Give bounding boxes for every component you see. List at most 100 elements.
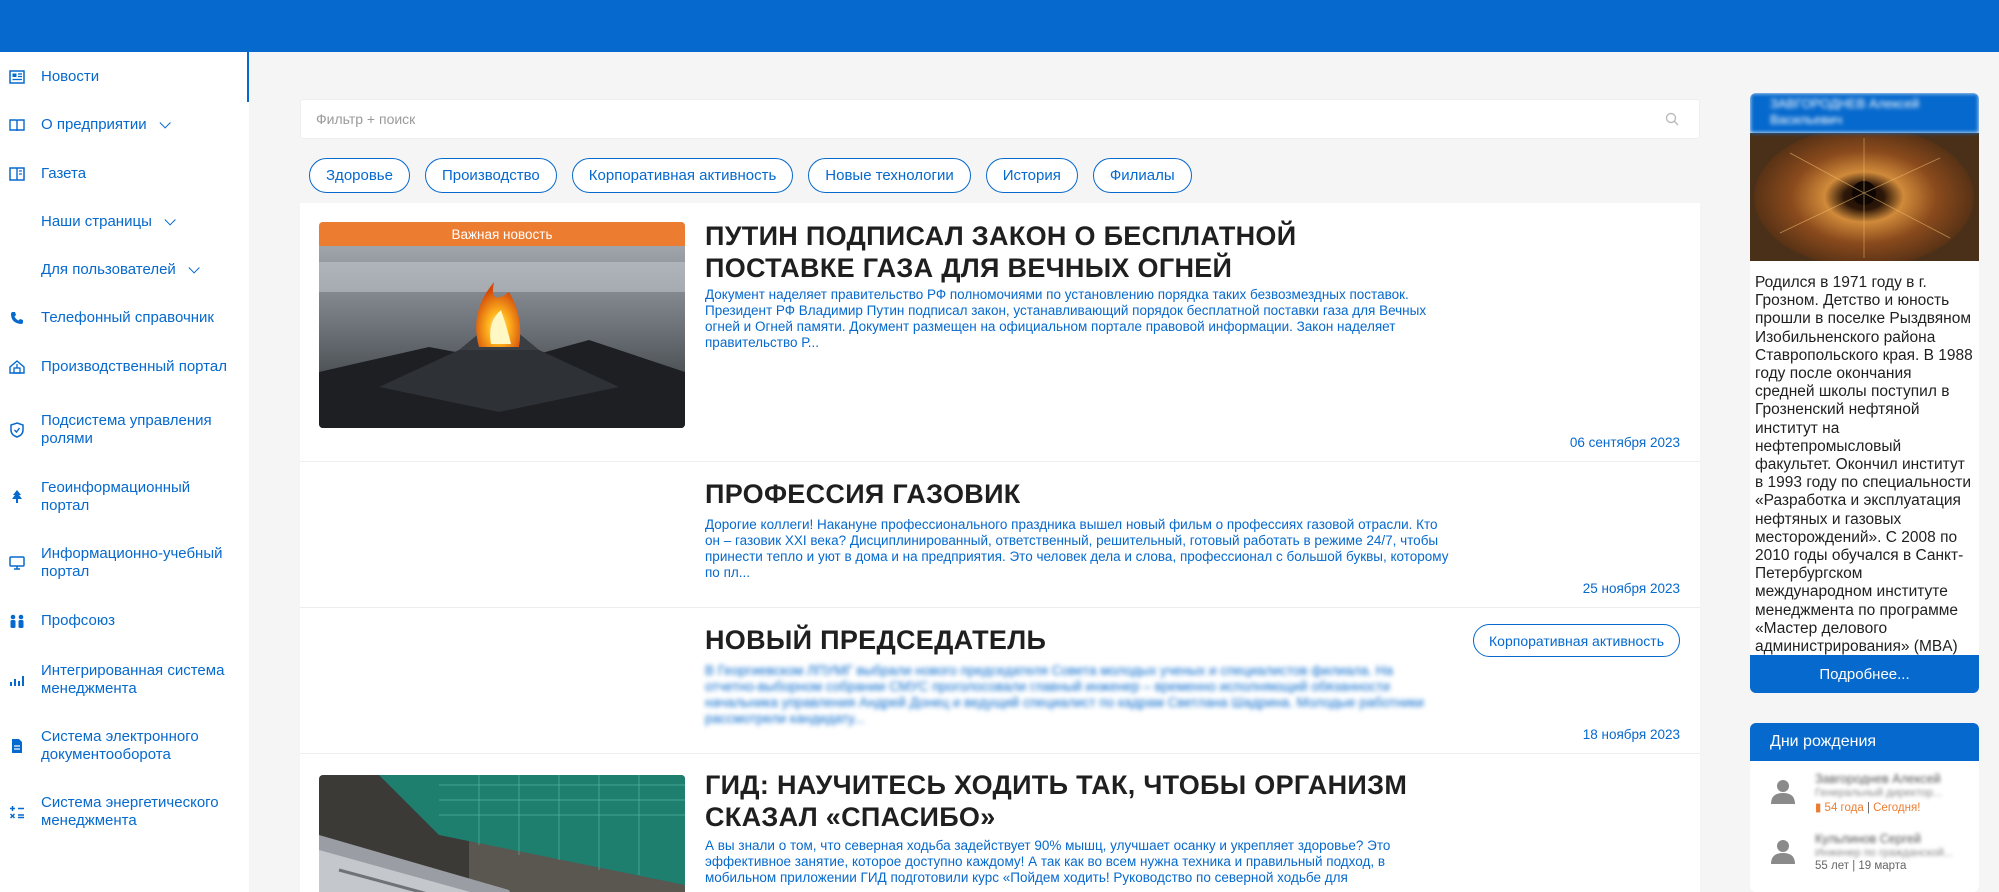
columns-icon — [8, 165, 26, 183]
post-excerpt: Дорогие коллеги! Накануне профессиональн… — [705, 517, 1449, 580]
birthday-meta: ▮ 54 года | Сегодня! — [1815, 802, 1921, 814]
sidebar-item-news[interactable]: Новости — [0, 68, 245, 86]
top-bar — [0, 0, 1999, 52]
director-bio: Родился в 1971 году в г. Грозном. Детств… — [1755, 274, 1973, 656]
sidebar-item-energy[interactable]: Система энергетического менеджмента — [0, 794, 245, 830]
sidebar-item-label: Телефонный справочник — [41, 309, 214, 326]
more-button[interactable]: Подробнее... — [1750, 655, 1979, 693]
sidebar-item-label: Подсистема управления ролями — [41, 412, 212, 447]
birthday-item[interactable]: Кульпинов Сергей Инженер по гражданской.… — [1750, 824, 1979, 884]
birthdays-title: Дни рождения — [1750, 723, 1979, 761]
sidebar-item-label: Система электронного документооборота — [41, 728, 199, 763]
sidebar-item-ims[interactable]: Интегрированная система менеджмента — [0, 662, 245, 698]
shield-icon — [8, 421, 26, 439]
sidebar-item-roles[interactable]: Подсистема управления ролями — [0, 412, 245, 448]
cake-icon: ▮ — [1815, 802, 1822, 814]
sidebar-item-label: Производственный портал — [41, 358, 227, 375]
chevron-down-icon[interactable] — [188, 262, 200, 274]
director-photo — [1750, 127, 1979, 267]
calculator-icon — [8, 803, 26, 821]
birthday-age: 54 года — [1824, 802, 1864, 814]
sidebar-item-union[interactable]: Профсоюз — [0, 612, 245, 630]
sidebar-item-our-pages[interactable]: Наши страницы — [0, 213, 245, 231]
search-input[interactable] — [301, 100, 1699, 138]
sidebar-item-production-portal[interactable]: Производственный портал — [0, 358, 245, 376]
important-badge: Важная новость — [319, 222, 685, 246]
category-chips: Здоровье Производство Корпоративная акти… — [309, 158, 1192, 193]
sidebar-item-label: Информационно-учебный портал — [41, 545, 223, 580]
post-tag-button[interactable]: Корпоративная активность — [1473, 624, 1680, 657]
birthday-meta: 55 лет | 19 марта — [1815, 860, 1907, 872]
active-indicator — [247, 52, 249, 102]
phone-icon — [8, 309, 26, 327]
chart-icon — [8, 671, 26, 689]
news-post: Профессия газовик Дорогие коллеги! Накан… — [300, 462, 1700, 608]
birthday-item[interactable]: Завгороднев Алексей Генеральный директор… — [1750, 764, 1979, 824]
newspaper-icon — [8, 68, 26, 86]
birthdays-card: Дни рождения Завгороднев Алексей Генерал… — [1750, 723, 1979, 892]
post-date: 18 ноября 2023 — [1582, 727, 1680, 742]
post-date: 06 сентября 2023 — [1569, 435, 1680, 450]
sidebar-item-label: О предприятии — [41, 116, 147, 133]
post-excerpt: Документ наделяет правительство РФ полно… — [705, 287, 1427, 350]
sidebar-item-newspaper[interactable]: Газета — [0, 165, 245, 183]
sidebar-item-label: Геоинформационный портал — [41, 479, 191, 514]
chip-production[interactable]: Производство — [424, 158, 557, 193]
sidebar-item-label: Газета — [41, 165, 87, 182]
birthday-when: 19 марта — [1858, 860, 1907, 872]
post-image[interactable] — [319, 775, 685, 892]
news-post: ГИД: научитесь ходить так, чтобы организ… — [300, 754, 1700, 892]
post-excerpt: В Георгиевском ЛПУМГ выбрали нового пред… — [705, 663, 1424, 726]
sidebar-item-geo-portal[interactable]: Геоинформационный портал — [0, 479, 245, 515]
post-image[interactable]: Важная новость — [319, 222, 685, 428]
sidebar-item-label: Новости — [41, 68, 100, 85]
birthday-when: Сегодня! — [1873, 802, 1921, 814]
director-name[interactable]: ЗАВГОРОДНЕВ Алексей Васильевич — [1750, 93, 1979, 133]
sidebar-item-label: Для пользователей — [41, 261, 176, 278]
sidebar-item-edu-portal[interactable]: Информационно-учебный портал — [0, 545, 245, 581]
book-open-icon — [8, 116, 26, 134]
factory-icon — [8, 358, 26, 376]
sidebar-item-label: Наши страницы — [41, 213, 152, 230]
walking-poles-image — [319, 775, 685, 892]
chip-technology[interactable]: Новые технологии — [808, 158, 971, 193]
news-post: Важная новость Путин подписал закон о бе… — [300, 203, 1700, 462]
news-feed: Важная новость Путин подписал закон о бе… — [300, 203, 1700, 892]
chip-corporate[interactable]: Корпоративная активность — [571, 158, 794, 193]
avatar — [1771, 840, 1795, 864]
chevron-down-icon[interactable] — [164, 214, 176, 226]
sidebar-item-label: Система энергетического менеджмента — [41, 794, 219, 829]
tree-icon — [8, 488, 26, 506]
post-title[interactable]: Профессия газовик — [705, 478, 1445, 510]
people-icon — [8, 612, 26, 630]
chevron-down-icon[interactable] — [159, 117, 171, 129]
document-icon — [8, 737, 26, 755]
birthday-name: Завгороднев Алексей — [1815, 772, 1941, 786]
sidebar-item-about[interactable]: О предприятии — [0, 116, 245, 134]
sidebar-item-label: Интегрированная система менеджмента — [41, 662, 225, 697]
birthday-name: Кульпинов Сергей — [1815, 832, 1921, 846]
birthday-age: 55 лет — [1815, 860, 1849, 872]
chip-health[interactable]: Здоровье — [309, 158, 410, 193]
post-date: 25 ноября 2023 — [1582, 581, 1680, 596]
post-title[interactable]: Новый председатель — [705, 624, 1445, 656]
post-title[interactable]: Путин подписал закон о бесплатной постав… — [705, 220, 1445, 284]
post-title[interactable]: ГИД: научитесь ходить так, чтобы организ… — [705, 769, 1445, 833]
sidebar-item-for-users[interactable]: Для пользователей — [0, 261, 245, 279]
monitor-icon — [8, 554, 26, 572]
search-icon[interactable] — [1665, 112, 1679, 126]
eternal-flame-image — [319, 222, 685, 428]
sidebar-item-label: Профсоюз — [41, 612, 115, 629]
news-post: Новый председатель Корпоративная активно… — [300, 608, 1700, 754]
post-excerpt: А вы знали о том, что северная ходьба за… — [705, 838, 1391, 885]
sidebar-item-phonebook[interactable]: Телефонный справочник — [0, 309, 245, 327]
search-bar — [300, 99, 1700, 139]
sidebar-item-edms[interactable]: Система электронного документооборота — [0, 728, 245, 764]
chip-history[interactable]: История — [985, 158, 1078, 193]
director-card: ЗАВГОРОДНЕВ Алексей Васильевич Родился в… — [1750, 93, 1979, 693]
chip-branches[interactable]: Филиалы — [1092, 158, 1192, 193]
birthday-role: Генеральный директор... — [1815, 787, 1943, 799]
sidebar: Новости О предприятии Газета Наши страни… — [0, 52, 249, 892]
birthday-role: Инженер по гражданской... — [1815, 847, 1954, 859]
avatar — [1771, 780, 1795, 804]
